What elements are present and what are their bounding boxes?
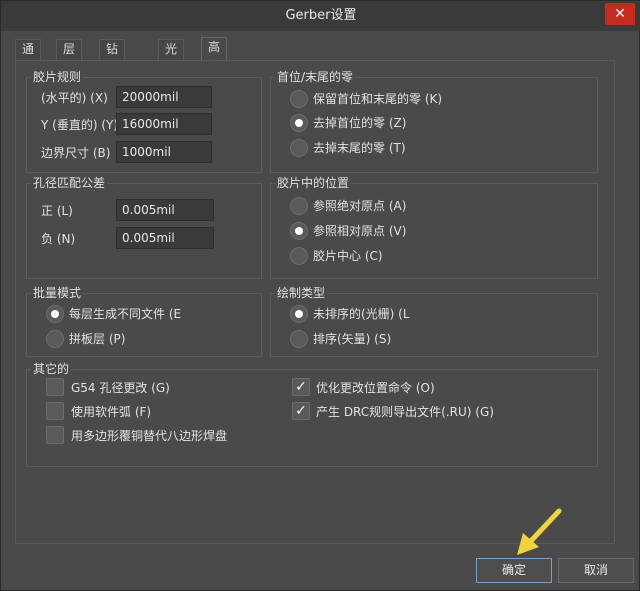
close-button[interactable]: ✕: [605, 3, 635, 25]
film-y-input[interactable]: 16000mil: [116, 113, 212, 135]
tab-advanced[interactable]: 高级: [201, 37, 228, 73]
position-absolute-label: 参照绝对原点 (A): [313, 199, 407, 213]
position-center-label: 胶片中心 (C): [313, 249, 383, 263]
batch-mode-title: 批量模式: [31, 285, 84, 301]
tab-general[interactable]: 通用: [15, 39, 42, 75]
tab-content-advanced: 胶片规则 (水平的) (X) 20000mil Y (垂直的) (Y) 1600…: [15, 60, 615, 544]
checkmark-icon: ✓: [295, 379, 307, 395]
title-bar: Gerber设置 ✕: [1, 1, 640, 31]
cancel-button[interactable]: 取消: [558, 558, 634, 583]
optimize-commands-checkbox[interactable]: ✓: [292, 378, 310, 396]
film-x-label: (水平的) (X): [41, 91, 108, 105]
other-title: 其它的: [31, 361, 72, 377]
g54-checkbox[interactable]: [46, 378, 64, 396]
plot-type-title: 绘制类型: [275, 285, 328, 301]
optimize-commands-label: 优化更改位置命令 (O): [316, 381, 435, 395]
plot-unsorted-radio[interactable]: [290, 305, 308, 323]
batch-separate-files-radio[interactable]: [46, 305, 64, 323]
plot-type-group: 绘制类型: [270, 285, 598, 357]
drc-export-checkbox[interactable]: ✓: [292, 402, 310, 420]
tab-apertures[interactable]: 光圈: [158, 39, 185, 75]
film-rules-title: 胶片规则: [31, 69, 84, 85]
ok-button[interactable]: 确定: [476, 558, 552, 583]
film-x-input[interactable]: 20000mil: [116, 86, 212, 108]
checkmark-icon: ✓: [295, 403, 307, 419]
batch-separate-files-label: 每层生成不同文件 (E: [69, 307, 182, 321]
position-relative-radio[interactable]: [290, 222, 308, 240]
aperture-tolerance-title: 孔径匹配公差: [31, 175, 108, 191]
film-position-title: 胶片中的位置: [275, 175, 352, 191]
batch-mode-group: 批量模式: [26, 285, 262, 357]
position-relative-label: 参照相对原点 (V): [313, 224, 407, 238]
polygon-pads-checkbox[interactable]: [46, 426, 64, 444]
batch-panelize-label: 拼板层 (P): [69, 332, 126, 346]
zeros-keep-label: 保留首位和末尾的零 (K): [313, 92, 443, 106]
plot-sorted-label: 排序(矢量) (S): [313, 332, 392, 346]
zeros-suppress-trailing-label: 去掉末尾的零 (T): [313, 141, 406, 155]
gerber-settings-dialog: Gerber设置 ✕ 通用 层 钻孔图层 光圈 高级 胶片规则 (水平的) (X…: [0, 0, 640, 591]
tolerance-plus-input[interactable]: 0.005mil: [116, 199, 214, 221]
tolerance-plus-label: 正 (L): [41, 204, 73, 218]
tolerance-minus-label: 负 (N): [41, 232, 76, 246]
zeros-suppress-leading-label: 去掉首位的零 (Z): [313, 116, 407, 130]
film-y-label: Y (垂直的) (Y): [41, 118, 119, 132]
position-absolute-radio[interactable]: [290, 197, 308, 215]
zeros-suppress-leading-radio[interactable]: [290, 114, 308, 132]
drc-export-label: 产生 DRC规则导出文件(.RU) (G): [316, 405, 494, 419]
polygon-pads-label: 用多边形覆铜替代八边形焊盘: [71, 429, 228, 443]
tab-layers[interactable]: 层: [56, 39, 83, 60]
plot-unsorted-label: 未排序的(光栅) (L: [313, 307, 410, 321]
zeros-title: 首位/末尾的零: [275, 69, 356, 85]
film-border-input[interactable]: 1000mil: [116, 141, 212, 163]
g54-label: G54 孔径更改 (G): [71, 381, 170, 395]
plot-sorted-radio[interactable]: [290, 330, 308, 348]
arrow-annotation-icon: [517, 508, 562, 555]
zeros-keep-radio[interactable]: [290, 90, 308, 108]
window-title: Gerber设置: [285, 8, 357, 23]
close-icon: ✕: [614, 6, 626, 22]
batch-panelize-radio[interactable]: [46, 330, 64, 348]
tab-drill-drawing[interactable]: 钻孔图层: [99, 39, 126, 113]
zeros-suppress-trailing-radio[interactable]: [290, 139, 308, 157]
position-center-radio[interactable]: [290, 247, 308, 265]
film-border-label: 边界尺寸 (B): [41, 146, 111, 160]
software-arcs-label: 使用软件弧 (F): [71, 405, 152, 419]
software-arcs-checkbox[interactable]: [46, 402, 64, 420]
tolerance-minus-input[interactable]: 0.005mil: [116, 227, 214, 249]
